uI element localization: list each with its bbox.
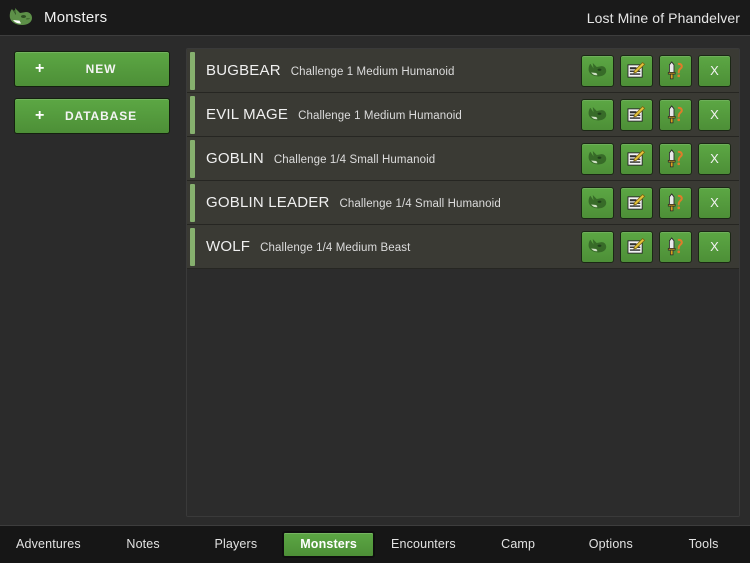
monster-info: GOBLIN LEADER Challenge 1/4 Small Humano…	[206, 194, 573, 211]
weapon-icon[interactable]	[659, 186, 692, 219]
delete-button[interactable]: X	[698, 142, 731, 175]
row-accent-bar	[190, 51, 195, 90]
monster-name: EVIL MAGE	[206, 106, 289, 123]
goblin-head-icon	[8, 6, 34, 30]
monster-info: WOLF Challenge 1/4 Medium Beast	[206, 238, 573, 255]
edit-document-icon[interactable]	[620, 54, 653, 87]
view-monster-icon[interactable]	[581, 54, 614, 87]
row-accent-bar	[190, 139, 195, 178]
monster-meta: Challenge 1/4 Small Humanoid	[339, 198, 501, 210]
tab-tools-label: Tools	[688, 536, 719, 551]
table-row[interactable]: EVIL MAGE Challenge 1 Medium Humanoid X	[187, 93, 739, 137]
weapon-icon[interactable]	[659, 230, 692, 263]
tab-camp-label: Camp	[501, 536, 536, 551]
tab-players[interactable]: Players	[189, 526, 282, 563]
tab-monsters[interactable]: Monsters	[282, 526, 376, 563]
monster-name: GOBLIN LEADER	[206, 194, 330, 211]
bottom-navigation: Adventures Notes Players Monsters Encoun…	[0, 525, 750, 563]
table-row[interactable]: GOBLIN LEADER Challenge 1/4 Small Humano…	[187, 181, 739, 225]
monster-meta: Challenge 1/4 Small Humanoid	[273, 154, 436, 166]
database-button[interactable]: + DATABASE	[14, 98, 170, 134]
tab-options[interactable]: Options	[565, 526, 658, 563]
plus-icon: +	[35, 107, 46, 124]
tab-players-label: Players	[214, 536, 258, 551]
weapon-icon[interactable]	[659, 142, 692, 175]
weapon-icon[interactable]	[659, 54, 692, 87]
row-accent-bar	[190, 183, 195, 222]
monster-name: GOBLIN	[206, 150, 264, 167]
edit-document-icon[interactable]	[620, 98, 653, 131]
monster-meta: Challenge 1/4 Medium Beast	[260, 242, 411, 254]
edit-document-icon[interactable]	[620, 186, 653, 219]
tab-adventures-label: Adventures	[16, 536, 81, 551]
monster-meta: Challenge 1 Medium Humanoid	[290, 66, 455, 78]
delete-button[interactable]: X	[698, 98, 731, 131]
tab-encounters[interactable]: Encounters	[375, 526, 472, 563]
monster-list-panel: BUGBEAR Challenge 1 Medium Humanoid X EV…	[186, 48, 740, 517]
new-monster-button[interactable]: + NEW	[14, 51, 170, 87]
table-row[interactable]: GOBLIN Challenge 1/4 Small Humanoid X	[187, 137, 739, 181]
row-accent-bar	[190, 95, 195, 134]
row-actions: X	[581, 230, 731, 263]
row-actions: X	[581, 98, 731, 131]
view-monster-icon[interactable]	[581, 98, 614, 131]
delete-button[interactable]: X	[698, 54, 731, 87]
delete-button[interactable]: X	[698, 230, 731, 263]
app-header: Monsters Lost Mine of Phandelver	[0, 0, 750, 36]
tab-adventures[interactable]: Adventures	[0, 526, 97, 563]
tab-options-label: Options	[588, 536, 633, 551]
view-monster-icon[interactable]	[581, 230, 614, 263]
monster-info: EVIL MAGE Challenge 1 Medium Humanoid	[206, 106, 573, 123]
monster-name: WOLF	[206, 238, 251, 255]
monster-info: BUGBEAR Challenge 1 Medium Humanoid	[206, 62, 573, 79]
edit-document-icon[interactable]	[620, 142, 653, 175]
view-monster-icon[interactable]	[581, 186, 614, 219]
row-accent-bar	[190, 227, 195, 266]
tab-notes[interactable]: Notes	[97, 526, 190, 563]
monster-name: BUGBEAR	[206, 62, 281, 79]
monster-info: GOBLIN Challenge 1/4 Small Humanoid	[206, 150, 573, 167]
tab-notes-label: Notes	[126, 536, 160, 551]
sidebar: + NEW + DATABASE	[14, 48, 170, 517]
view-monster-icon[interactable]	[581, 142, 614, 175]
tab-encounters-label: Encounters	[391, 536, 456, 551]
campaign-name: Lost Mine of Phandelver	[586, 9, 740, 26]
table-row[interactable]: WOLF Challenge 1/4 Medium Beast X	[187, 225, 739, 269]
row-actions: X	[581, 186, 731, 219]
monster-meta: Challenge 1 Medium Humanoid	[298, 110, 462, 122]
empty-list-area	[187, 269, 739, 516]
edit-document-icon[interactable]	[620, 230, 653, 263]
delete-button[interactable]: X	[698, 186, 731, 219]
table-row[interactable]: BUGBEAR Challenge 1 Medium Humanoid X	[187, 49, 739, 93]
row-actions: X	[581, 142, 731, 175]
tab-tools[interactable]: Tools	[657, 526, 750, 563]
tab-monsters-label: Monsters	[282, 530, 376, 559]
body-area: + NEW + DATABASE BUGBEAR Challenge 1 Med…	[0, 36, 750, 525]
tab-camp[interactable]: Camp	[472, 526, 565, 563]
plus-icon: +	[35, 60, 46, 77]
page-title: Monsters	[44, 9, 108, 26]
row-actions: X	[581, 54, 731, 87]
app-window: Monsters Lost Mine of Phandelver + NEW +…	[0, 0, 750, 563]
weapon-icon[interactable]	[659, 98, 692, 131]
